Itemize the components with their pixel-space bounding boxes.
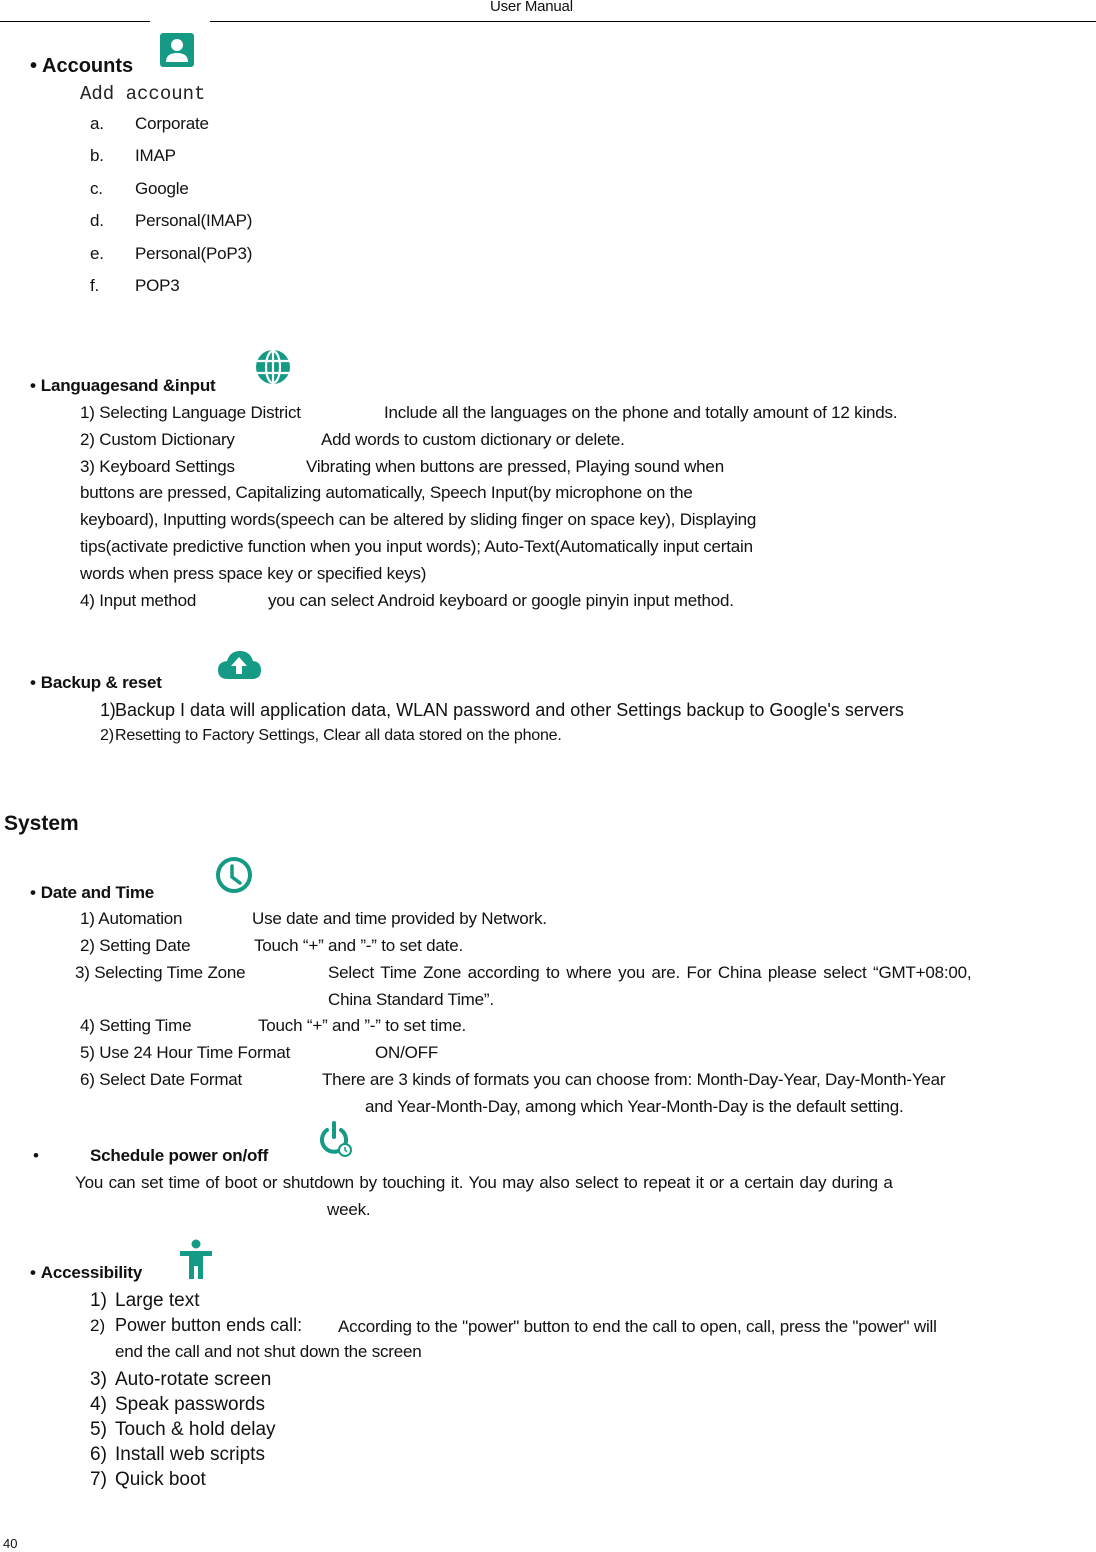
accessibility-item-label: Install web scripts bbox=[115, 1444, 265, 1465]
keyboard-desc-line: tips(activate predictive function when y… bbox=[80, 537, 753, 556]
section-title-accessibility: Accessibility bbox=[30, 1263, 143, 1283]
globe-icon bbox=[256, 349, 290, 385]
list-item-label: Personal(IMAP) bbox=[135, 211, 253, 230]
schedule-desc: You can set time of boot or shutdown by … bbox=[75, 1173, 893, 1192]
backup-item-2-label: Resetting to Factory Settings, Clear all… bbox=[115, 727, 562, 744]
cloud-upload-icon bbox=[218, 651, 261, 679]
date-time-title-text: Date and Time bbox=[40, 883, 155, 902]
accessibility-item-label: Power button ends call: bbox=[115, 1315, 303, 1335]
accessibility-marker: 5) bbox=[90, 1419, 107, 1440]
accessibility-item-label: Touch & hold delay bbox=[115, 1419, 276, 1440]
accounts-title-text: Accounts bbox=[42, 55, 134, 77]
list-marker: c. bbox=[90, 179, 103, 198]
backup-title-text: Backup & reset bbox=[40, 673, 162, 692]
date-time-item-label: 1) Automation bbox=[80, 909, 183, 928]
list-item-label: POP3 bbox=[135, 276, 180, 295]
date-time-item-desc: Touch “+” and ”-” to set date. bbox=[254, 936, 463, 955]
list-marker: f. bbox=[90, 276, 100, 295]
date-time-item-desc-cont: and Year-Month-Day, among which Year-Mon… bbox=[365, 1097, 904, 1116]
list-item-label: IMAP bbox=[135, 146, 176, 165]
date-time-item-desc: Use date and time provided by Network. bbox=[252, 909, 547, 928]
section-title-languages: Languagesand &input bbox=[30, 376, 216, 396]
section-title-accounts: Accounts bbox=[30, 55, 133, 78]
accessibility-marker: 7) bbox=[90, 1469, 107, 1490]
keyboard-desc-line: keyboard), Inputting words(speech can be… bbox=[80, 510, 757, 529]
accounts-subtitle: Add account bbox=[80, 83, 206, 105]
header-rule-left bbox=[0, 21, 150, 22]
accessibility-title-text: Accessibility bbox=[40, 1263, 143, 1282]
date-time-item-label: 4) Setting Time bbox=[80, 1016, 192, 1035]
clock-icon bbox=[216, 857, 252, 893]
date-time-item-label: 3) Selecting Time Zone bbox=[75, 963, 246, 982]
keyboard-desc-line: words when press space key or specified … bbox=[80, 564, 427, 583]
backup-item-2-marker: 2) bbox=[100, 727, 114, 744]
list-marker: a. bbox=[90, 114, 104, 133]
languages-item-4-label: 4) Input method bbox=[80, 591, 197, 610]
languages-title-text: Languagesand &input bbox=[40, 376, 216, 395]
date-time-item-desc: Select Time Zone according to where you … bbox=[328, 963, 972, 982]
backup-item-1-marker: 1) bbox=[100, 700, 116, 720]
accessibility-item-label: Quick boot bbox=[115, 1469, 206, 1490]
accessibility-marker: 2) bbox=[90, 1316, 106, 1335]
page-number: 40 bbox=[3, 1536, 18, 1551]
schedule-desc-cont: week. bbox=[327, 1200, 371, 1219]
list-item-label: Google bbox=[135, 179, 189, 198]
accessibility-item-desc-cont: end the call and not shut down the scree… bbox=[115, 1342, 422, 1361]
list-marker: d. bbox=[90, 211, 104, 230]
list-item: a. bbox=[90, 114, 104, 134]
accessibility-item-label: Large text bbox=[115, 1290, 200, 1311]
languages-item-1-desc: Include all the languages on the phone a… bbox=[384, 403, 898, 422]
list-item-label: Corporate bbox=[135, 114, 209, 133]
keyboard-desc-line: buttons are pressed, Capitalizing automa… bbox=[80, 483, 693, 502]
accessibility-marker: 6) bbox=[90, 1444, 107, 1465]
languages-item-2-desc: Add words to custom dictionary or delete… bbox=[321, 430, 625, 449]
header-rule-right bbox=[210, 21, 1096, 22]
date-time-item-desc-cont: China Standard Time”. bbox=[328, 990, 494, 1009]
section-title-backup: Backup & reset bbox=[30, 673, 162, 693]
languages-item-2-label: 2) Custom Dictionary bbox=[80, 430, 235, 449]
date-time-item-label: 5) Use 24 Hour Time Format bbox=[80, 1043, 291, 1062]
header-title: User Manual bbox=[490, 0, 573, 15]
system-heading: System bbox=[4, 812, 79, 835]
languages-item-4-desc: you can select Android keyboard or googl… bbox=[268, 591, 734, 610]
list-item-label: Personal(PoP3) bbox=[135, 244, 253, 263]
schedule-bullet: • bbox=[33, 1146, 39, 1165]
accessibility-marker: 1) bbox=[90, 1290, 107, 1311]
date-time-item-label: 2) Setting Date bbox=[80, 936, 191, 955]
list-marker: e. bbox=[90, 244, 104, 263]
list-marker: b. bbox=[90, 146, 104, 165]
accessibility-item-label: Speak passwords bbox=[115, 1394, 265, 1415]
languages-item-1-label: 1) Selecting Language District bbox=[80, 403, 301, 422]
accessibility-item-desc: According to the "power" button to end t… bbox=[338, 1317, 937, 1336]
accessibility-item-label: Auto-rotate screen bbox=[115, 1369, 272, 1390]
languages-item-3-label: 3) Keyboard Settings bbox=[80, 457, 235, 476]
date-time-item-desc: ON/OFF bbox=[375, 1043, 439, 1062]
section-title-date-time: Date and Time bbox=[30, 883, 154, 903]
date-time-item-desc: There are 3 kinds of formats you can cho… bbox=[322, 1070, 946, 1089]
date-time-item-desc: Touch “+” and ”-” to set time. bbox=[258, 1016, 466, 1035]
accessibility-icon bbox=[180, 1239, 212, 1279]
accessibility-marker: 4) bbox=[90, 1394, 107, 1415]
account-icon bbox=[160, 33, 194, 67]
accessibility-marker: 3) bbox=[90, 1369, 107, 1390]
date-time-item-label: 6) Select Date Format bbox=[80, 1070, 243, 1089]
languages-item-3-desc: Vibrating when buttons are pressed, Play… bbox=[306, 457, 724, 476]
backup-item-1-label: Backup I data will application data, WLA… bbox=[115, 700, 904, 720]
section-title-schedule: Schedule power on/off bbox=[90, 1146, 269, 1165]
power-clock-icon bbox=[320, 1121, 352, 1157]
